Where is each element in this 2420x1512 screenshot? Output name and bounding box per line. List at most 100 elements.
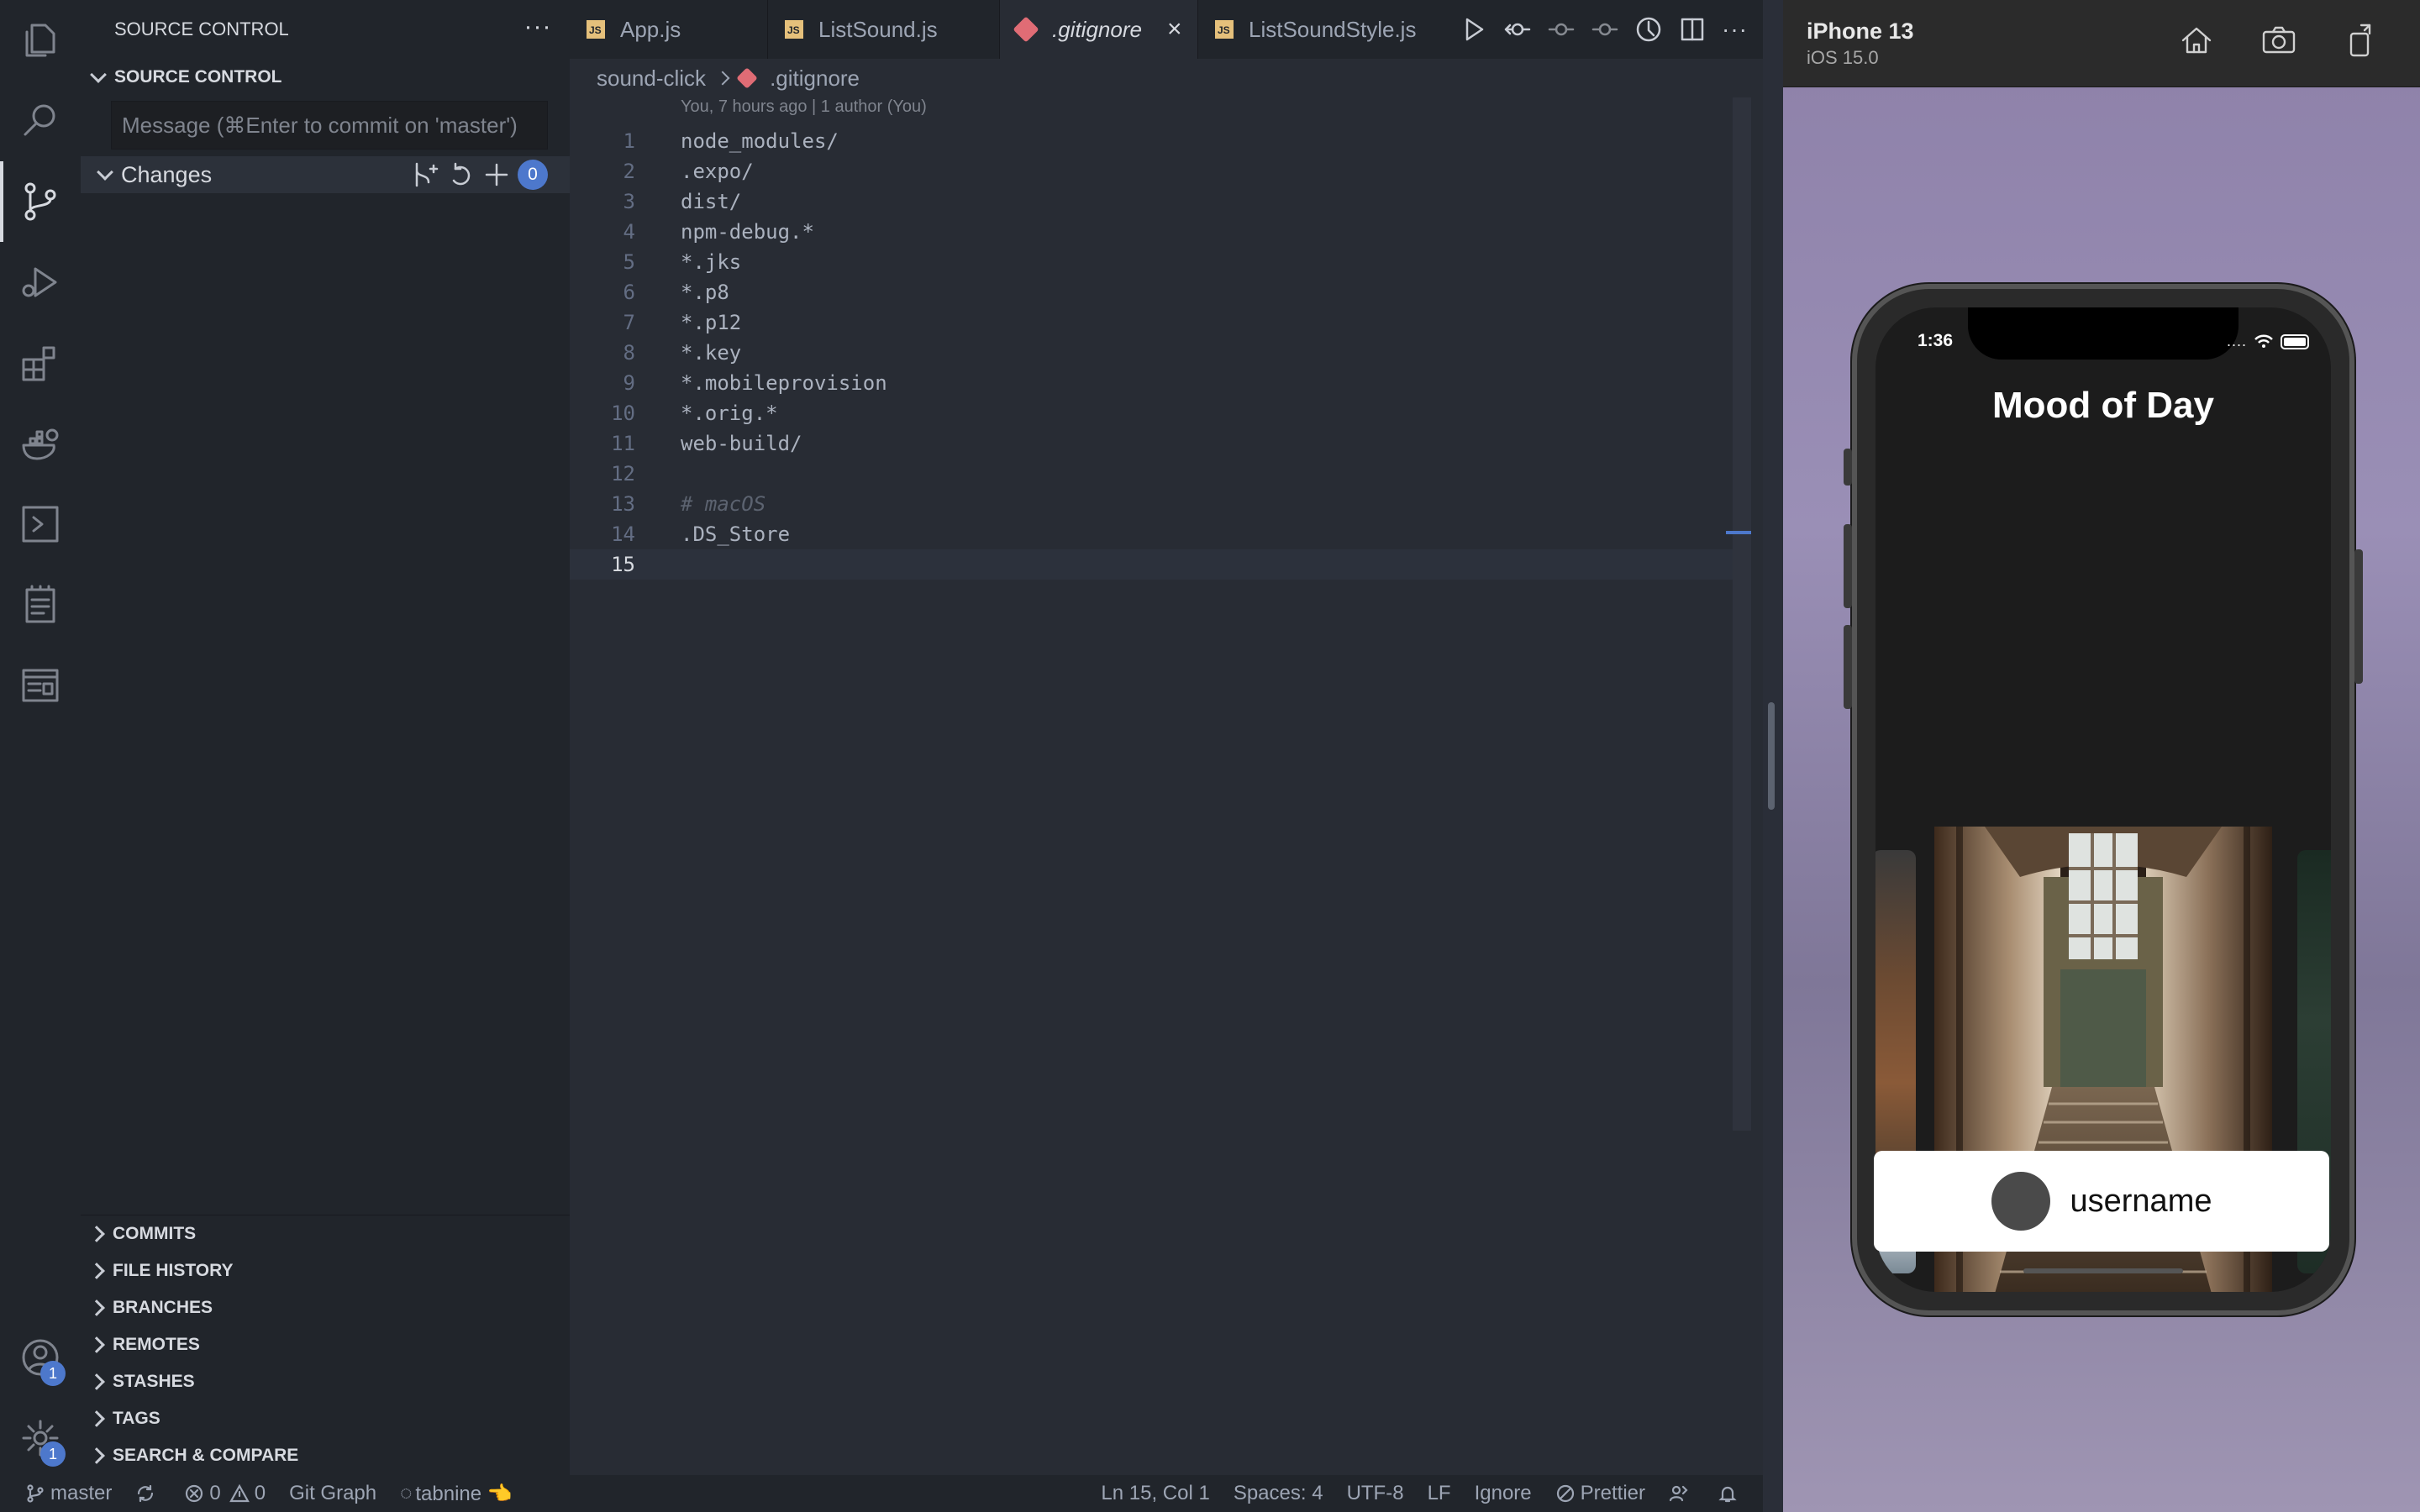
discard-changes-icon[interactable] [447,160,476,189]
user-card[interactable]: username [1874,1151,2329,1252]
encoding[interactable]: UTF-8 [1335,1475,1416,1512]
remote-icon[interactable] [0,484,81,564]
prettier-status[interactable]: Prettier [1544,1475,1657,1512]
activity-bar: 1 1 [0,0,81,1475]
tabnine-label: tabnine 👈 [415,1482,513,1505]
source-control-icon[interactable] [0,161,81,242]
panel-file-history[interactable]: FILE HISTORY [81,1252,570,1289]
explorer-icon[interactable] [0,0,81,81]
run-icon[interactable] [1460,15,1488,44]
wifi-icon [2254,334,2273,348]
more-actions-icon[interactable]: ··· [1722,16,1748,43]
end-of-line[interactable]: LF [1416,1475,1463,1512]
changes-count-badge: 0 [518,160,548,190]
os-version: iOS 15.0 [1807,47,1879,68]
prettier-label: Prettier [1580,1482,1645,1504]
line-text: # macOS [681,492,766,516]
line-text: npm-debug.* [681,220,814,244]
open-changes-icon[interactable] [412,160,440,189]
tabnine-status[interactable]: ◌ tabnine 👈 [388,1475,524,1512]
sync-status[interactable] [124,1475,172,1512]
home-icon[interactable] [2178,22,2215,59]
run-debug-icon[interactable] [0,242,81,323]
vscode-window: 1 1 SOURCE CONTROL ··· SOURCE CONTROL Ch… [0,0,1763,1512]
screenshot-camera-icon[interactable] [2260,22,2297,59]
sidebar-title: SOURCE CONTROL [114,18,289,39]
breadcrumb-folder[interactable]: sound-click [597,66,706,92]
browser-preview-icon[interactable] [0,645,81,726]
extensions-icon[interactable] [0,323,81,403]
panel-label: REMOTES [113,1335,200,1354]
source-control-sidebar: SOURCE CONTROL ··· SOURCE CONTROL Change… [81,0,570,1475]
prohibited-icon [1556,1484,1574,1503]
panel-commits[interactable]: COMMITS [81,1215,570,1252]
split-editor-icon[interactable] [1678,15,1707,44]
chevron-right-icon [715,71,730,86]
source-control-section-header[interactable]: SOURCE CONTROL [81,60,570,94]
tab-listsound-js[interactable]: JS ListSound.js [768,0,1000,59]
stage-all-icon[interactable] [482,160,511,189]
line-number: 6 [623,281,635,304]
commit-message-input[interactable] [122,112,547,139]
breadcrumb-file[interactable]: .gitignore [770,66,860,92]
indentation[interactable]: Spaces: 4 [1222,1475,1335,1512]
cursor-position[interactable]: Ln 15, Col 1 [1089,1475,1221,1512]
chevron-down-icon [97,164,113,181]
volume-down-button [1844,625,1852,709]
volume-up-button [1844,524,1852,608]
close-icon[interactable]: × [1167,15,1182,44]
code-line: 9 *.mobileprovision [570,368,1739,398]
battery-icon [2281,333,2309,349]
window-split-handle[interactable] [1768,702,1775,810]
settings-gear-icon[interactable]: 1 [0,1398,81,1478]
branch-status[interactable]: master [0,1475,124,1512]
code-line: 8 *.key [570,338,1739,368]
panel-branches[interactable]: BRANCHES [81,1289,570,1326]
notes-icon[interactable] [0,564,81,645]
code-line: 3 dist/ [570,186,1739,217]
docker-icon[interactable] [0,403,81,484]
code-line: 7 *.p12 [570,307,1739,338]
status-time: 1:36 [1918,331,1954,350]
next-change-icon[interactable] [1591,15,1619,44]
code-line: 4 npm-debug.* [570,217,1739,247]
changes-group[interactable]: Changes 0 [81,156,570,193]
chevron-right-icon [88,1336,105,1353]
tab-listsoundstyle-js[interactable]: JS ListSoundStyle.js [1198,0,1434,59]
js-file-icon: JS [1215,20,1234,39]
rotate-icon[interactable] [2343,22,2380,59]
more-actions-icon[interactable]: ··· [523,14,553,45]
tab-app-js[interactable]: JS App.js [570,0,768,59]
problems-status[interactable]: 0 0 [172,1475,277,1512]
git-graph-button[interactable]: Git Graph [277,1475,388,1512]
editor-scrollbar[interactable] [1726,97,1751,1131]
tab-gitignore[interactable]: .gitignore × [1000,0,1198,59]
previous-change-icon[interactable] [1547,15,1576,44]
panel-stashes[interactable]: STASHES [81,1363,570,1400]
feedback-button[interactable] [1657,1475,1706,1512]
notifications-button[interactable] [1706,1475,1763,1512]
chevron-right-icon [88,1373,105,1390]
section-title: SOURCE CONTROL [114,67,282,87]
timeline-icon[interactable] [1634,15,1663,44]
git-blame-annotation[interactable]: You, 7 hours ago | 1 author (You) [681,97,927,117]
status-bar-right: Ln 15, Col 1 Spaces: 4 UTF-8 LF Ignore P… [1089,1475,1763,1512]
accounts-icon[interactable]: 1 [0,1317,81,1398]
git-compare-icon[interactable] [1503,15,1532,44]
app-title: Mood of Day [1992,385,2214,426]
language-mode[interactable]: Ignore [1463,1475,1544,1512]
home-indicator[interactable] [2023,1268,2183,1273]
panel-remotes[interactable]: REMOTES [81,1326,570,1363]
line-number: 4 [623,220,635,244]
panel-tags[interactable]: TAGS [81,1400,570,1437]
code-line: 2 .expo/ [570,156,1739,186]
git-file-icon [1013,16,1039,43]
line-number: 10 [611,402,635,425]
panel-search-compare[interactable]: SEARCH & COMPARE [81,1437,570,1474]
status-icons: .... [2227,333,2309,350]
line-number: 15 [611,553,635,576]
line-number: 13 [611,492,635,516]
search-icon[interactable] [0,81,81,161]
sync-icon [138,1484,154,1503]
line-text: dist/ [681,190,742,213]
